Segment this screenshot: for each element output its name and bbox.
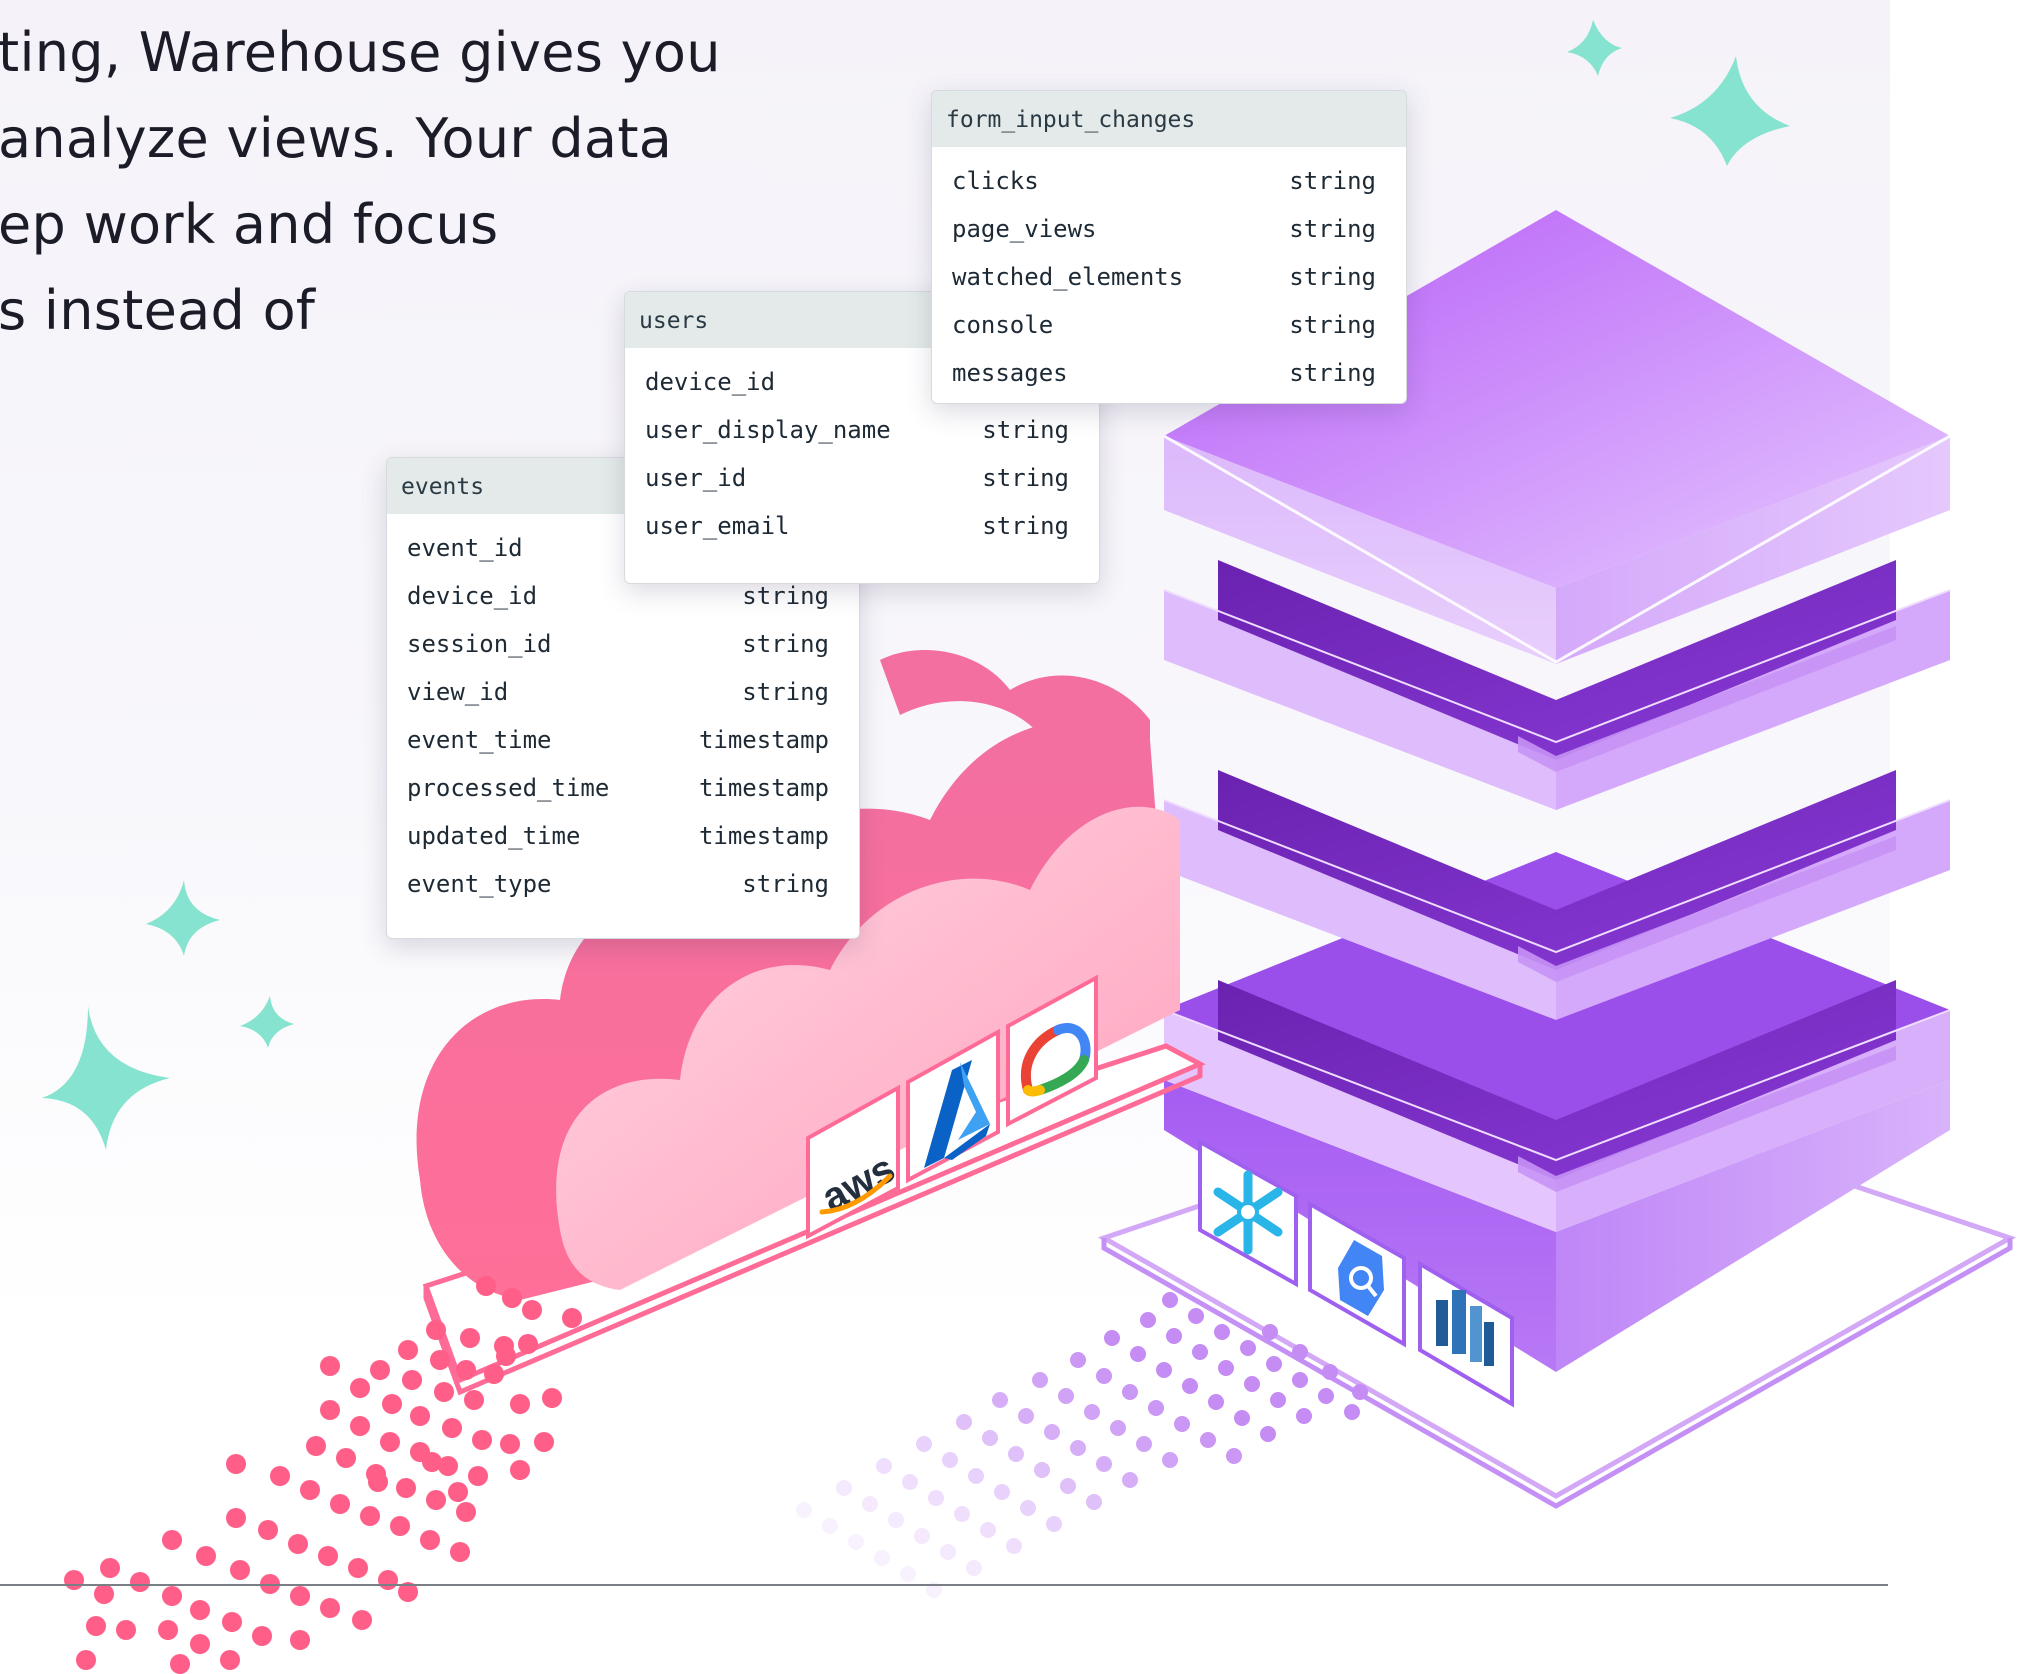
sparkle-icon bbox=[42, 1006, 170, 1150]
field-type: string bbox=[982, 512, 1069, 540]
field-name: messages bbox=[952, 359, 1068, 387]
table-row: view_id string bbox=[407, 668, 829, 716]
field-name: console bbox=[952, 311, 1054, 339]
table-row: event_time timestamp bbox=[407, 716, 829, 764]
table-row: event_type string bbox=[407, 860, 829, 908]
table-fields: clicks string page_views string watched_el… bbox=[932, 147, 1406, 403]
field-type: string bbox=[742, 678, 829, 706]
field-name: view_id bbox=[407, 678, 509, 706]
table-row: watched_elements string bbox=[952, 253, 1376, 301]
table-row: updated_time timestamp bbox=[407, 812, 829, 860]
field-type: string bbox=[1289, 263, 1376, 291]
field-name: event_time bbox=[407, 726, 552, 754]
table-name: form_input_changes bbox=[932, 91, 1406, 147]
field-type: string bbox=[742, 870, 829, 898]
field-name: user_email bbox=[645, 512, 790, 540]
field-name: watched_elements bbox=[952, 263, 1184, 291]
field-type: timestamp bbox=[698, 774, 829, 802]
field-name: processed_time bbox=[407, 774, 610, 802]
field-type: string bbox=[1289, 359, 1376, 387]
field-type: string bbox=[982, 464, 1069, 492]
table-row: console string bbox=[952, 301, 1376, 349]
sparkle-icon bbox=[1670, 56, 1790, 166]
field-name: page_views bbox=[952, 215, 1097, 243]
field-type: string bbox=[1289, 215, 1376, 243]
field-name: clicks bbox=[952, 167, 1039, 195]
field-type: string bbox=[982, 416, 1069, 444]
field-type: string bbox=[1289, 167, 1376, 195]
field-name: event_type bbox=[407, 870, 552, 898]
field-type: timestamp bbox=[698, 822, 829, 850]
field-name: updated_time bbox=[407, 822, 581, 850]
field-name: device_id bbox=[407, 582, 538, 610]
field-name: event_id bbox=[407, 534, 523, 562]
sparkle-icon bbox=[146, 880, 220, 956]
form-input-changes-table-card[interactable]: form_input_changes clicks string page_vie… bbox=[931, 90, 1407, 404]
field-type: timestamp bbox=[698, 726, 829, 754]
bottom-divider bbox=[0, 1584, 1888, 1586]
table-row: clicks string bbox=[952, 157, 1376, 205]
sparkle-icon bbox=[240, 996, 294, 1048]
field-type: string bbox=[742, 630, 829, 658]
field-name: session_id bbox=[407, 630, 552, 658]
table-row: user_email string bbox=[645, 502, 1069, 550]
table-row: session_id string bbox=[407, 620, 829, 668]
field-name: user_display_name bbox=[645, 416, 891, 444]
table-row: user_display_name string bbox=[645, 406, 1069, 454]
table-row: user_id string bbox=[645, 454, 1069, 502]
table-row: processed_time timestamp bbox=[407, 764, 829, 812]
sparkle-icon bbox=[1567, 20, 1622, 76]
field-name: user_id bbox=[645, 464, 747, 492]
field-name: device_id bbox=[645, 368, 776, 396]
table-row: messages string bbox=[952, 349, 1376, 397]
field-type: string bbox=[1289, 311, 1376, 339]
table-row: page_views string bbox=[952, 205, 1376, 253]
